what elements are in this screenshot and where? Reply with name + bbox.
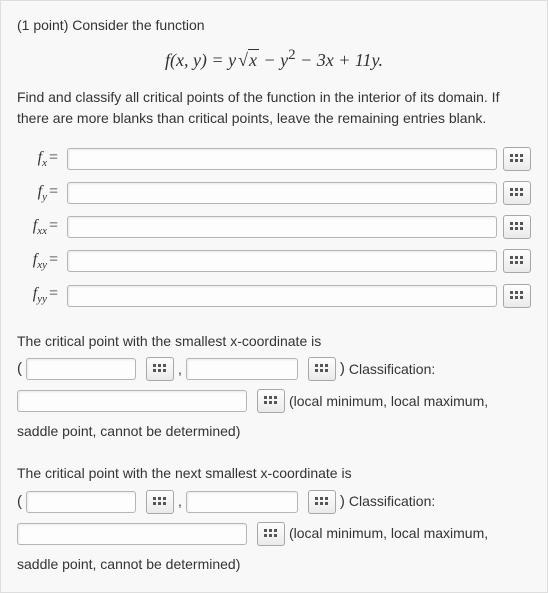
keypad-button[interactable] [503, 284, 531, 308]
cp1-x-input[interactable] [26, 358, 136, 380]
cp1-class-line: (local minimum, local maximum, [17, 389, 531, 413]
keypad-button[interactable] [308, 357, 336, 381]
cp1-intro: The critical point with the smallest x-c… [17, 331, 531, 351]
row-fxy: fxy= [17, 248, 531, 274]
keypad-button[interactable] [146, 357, 174, 381]
keypad-button[interactable] [503, 181, 531, 205]
row-fyy: fyy= [17, 282, 531, 308]
cp2-coord-line: ( , ) Classification: [17, 490, 531, 514]
cp1-section: The critical point with the smallest x-c… [17, 331, 531, 442]
points-label: (1 point) [17, 17, 68, 33]
cp2-x-input[interactable] [26, 491, 136, 513]
close-paren: ) [340, 358, 345, 380]
input-fxy[interactable] [67, 250, 497, 272]
keypad-button[interactable] [503, 215, 531, 239]
keypad-button[interactable] [257, 522, 285, 546]
instructions: Find and classify all critical points of… [17, 87, 531, 128]
keypad-button[interactable] [146, 490, 174, 514]
open-paren: ( [17, 491, 22, 513]
derivative-inputs: fx= fy= fxx= [17, 146, 531, 309]
problem-panel: (1 point) Consider the function f(x, y) … [0, 0, 548, 593]
cp2-class-line: (local minimum, local maximum, [17, 522, 531, 546]
cp1-options-1: (local minimum, local maximum, [289, 391, 488, 411]
comma: , [178, 359, 182, 379]
close-paren: ) [340, 491, 345, 513]
intro-line: (1 point) Consider the function [17, 15, 531, 35]
open-paren: ( [17, 358, 22, 380]
label-fyy: fyy= [17, 282, 67, 308]
label-fx: fx= [17, 146, 67, 172]
comma: , [178, 491, 182, 511]
label-fxy: fxy= [17, 248, 67, 274]
keypad-button[interactable] [308, 490, 336, 514]
cp2-y-input[interactable] [186, 491, 298, 513]
cp2-options-1: (local minimum, local maximum, [289, 523, 488, 543]
row-fy: fy= [17, 180, 531, 206]
input-fy[interactable] [67, 182, 497, 204]
cp1-y-input[interactable] [186, 358, 298, 380]
row-fxx: fxx= [17, 214, 531, 240]
cp2-intro: The critical point with the next smalles… [17, 463, 531, 483]
input-fxx[interactable] [67, 216, 497, 238]
cp2-class-input[interactable] [17, 523, 247, 545]
label-fxx: fxx= [17, 214, 67, 240]
label-fy: fy= [17, 180, 67, 206]
cp1-coord-line: ( , ) Classification: [17, 357, 531, 381]
equation-display: f(x, y) = yx − y2 − 3x + 11y. [17, 45, 531, 73]
cp1-options-2: saddle point, cannot be determined) [17, 421, 531, 441]
input-fx[interactable] [67, 148, 497, 170]
prompt-intro: Consider the function [72, 17, 204, 33]
input-fyy[interactable] [67, 285, 497, 307]
cp1-class-input[interactable] [17, 390, 247, 412]
row-fx: fx= [17, 146, 531, 172]
keypad-button[interactable] [503, 249, 531, 273]
cp1-class-label: Classification: [349, 359, 435, 379]
cp2-section: The critical point with the next smalles… [17, 463, 531, 574]
cp2-class-label: Classification: [349, 491, 435, 511]
keypad-button[interactable] [503, 147, 531, 171]
cp2-options-2: saddle point, cannot be determined) [17, 554, 531, 574]
keypad-button[interactable] [257, 389, 285, 413]
